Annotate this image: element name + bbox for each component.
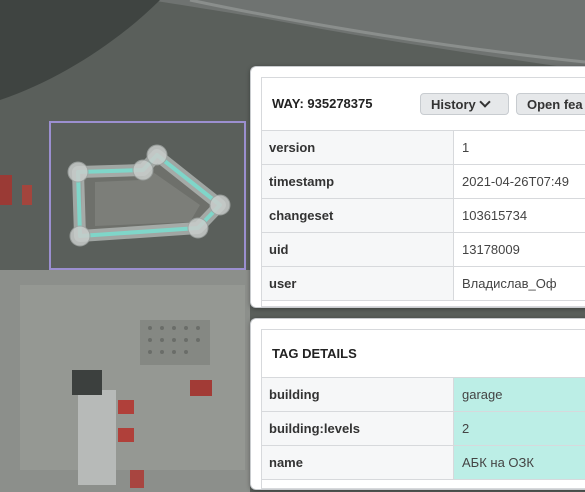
feature-attributes-table: version 1 timestamp 2021-04-26T07:49 cha…	[262, 131, 585, 301]
tag-table: building garage building:levels 2 name А…	[262, 378, 585, 480]
tag-value: garage	[453, 378, 585, 412]
feature-panel-content: WAY: 935278375 History Open fea version …	[261, 77, 585, 307]
attribute-value: 1	[453, 131, 585, 165]
table-row: name АБК на ОЗК	[262, 445, 585, 480]
tag-details-content: TAG DETAILS building garage building:lev…	[261, 329, 585, 489]
table-row: changeset 103615734	[262, 198, 585, 233]
table-row: building:levels 2	[262, 411, 585, 446]
open-feature-button[interactable]: Open fea	[516, 93, 585, 115]
tag-key: building:levels	[262, 411, 454, 446]
table-row: user Владислав_Оф	[262, 266, 585, 301]
table-row: timestamp 2021-04-26T07:49	[262, 164, 585, 199]
tag-details-title: TAG DETAILS	[272, 346, 357, 361]
changeset-link[interactable]: 103615734	[453, 198, 585, 233]
attribute-key: changeset	[262, 198, 454, 233]
feature-header: WAY: 935278375 History Open fea	[262, 78, 585, 131]
tag-value: АБК на ОЗК	[453, 445, 585, 480]
attribute-value: 2021-04-26T07:49	[453, 164, 585, 199]
chevron-down-icon	[479, 96, 491, 108]
tag-details-panel: TAG DETAILS building garage building:lev…	[250, 318, 585, 490]
open-feature-label: Open fea	[527, 97, 583, 112]
uid-link[interactable]: 13178009	[453, 232, 585, 267]
table-row: version 1	[262, 131, 585, 165]
tag-key: building	[262, 378, 454, 412]
attribute-key: uid	[262, 232, 454, 267]
tag-key: name	[262, 445, 454, 480]
user-link[interactable]: Владислав_Оф	[453, 266, 585, 301]
history-button[interactable]: History	[420, 93, 509, 115]
table-row: uid 13178009	[262, 232, 585, 267]
attribute-key: timestamp	[262, 164, 454, 199]
feature-title: WAY: 935278375	[272, 96, 373, 111]
table-row: building garage	[262, 378, 585, 412]
attribute-key: user	[262, 266, 454, 301]
attribute-key: version	[262, 131, 454, 165]
tag-value: 2	[453, 411, 585, 446]
feature-panel: WAY: 935278375 History Open fea version …	[250, 66, 585, 308]
tag-details-header: TAG DETAILS	[262, 330, 585, 378]
history-button-label: History	[431, 97, 476, 112]
